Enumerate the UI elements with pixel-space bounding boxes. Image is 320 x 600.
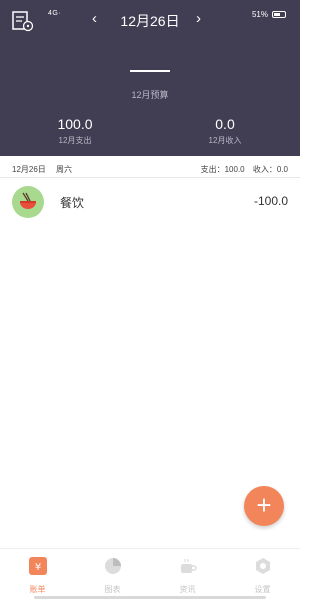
tab-bills[interactable]: ¥ 账单	[0, 557, 75, 595]
settings-icon	[255, 558, 270, 574]
bill-list-icon[interactable]	[12, 10, 34, 32]
day-weekday: 周六	[56, 165, 73, 174]
add-record-button[interactable]: +	[244, 486, 284, 526]
day-expense: 支出：100.0	[200, 165, 245, 174]
budget-value-placeholder	[130, 70, 170, 72]
svg-text:¥: ¥	[34, 562, 40, 573]
monthly-expense: 100.0 12月支出	[25, 116, 125, 146]
budget-label: 12月预算	[131, 90, 169, 100]
tab-bar: ¥ 账单 图表 资讯 设置	[0, 548, 300, 600]
day-summary: 12月26日 周六 支出：100.0 收入：0.0	[0, 158, 300, 178]
tab-label: 设置	[254, 585, 271, 594]
yen-icon: ¥	[28, 557, 47, 575]
monthly-income: 0.0 12月收入	[175, 116, 275, 146]
expense-label: 12月支出	[58, 136, 92, 145]
tab-news[interactable]: 资讯	[150, 557, 225, 595]
day-date: 12月26日	[12, 165, 46, 174]
category-name: 餐饮	[60, 196, 85, 210]
list-item[interactable]: 餐饮 -100.0	[0, 182, 300, 220]
income-label: 12月收入	[208, 136, 242, 145]
header: 4G· 51% ‹ 12月26日 › 12月预算 100.0 12月支出 0.0…	[0, 0, 300, 156]
record-amount: -100.0	[253, 194, 288, 208]
prev-day-button[interactable]: ‹	[92, 10, 97, 27]
tab-settings[interactable]: 设置	[225, 557, 300, 595]
expense-value: 100.0	[57, 116, 93, 132]
tab-label: 图表	[104, 585, 121, 594]
battery-icon	[272, 11, 286, 18]
bowl-icon	[12, 186, 44, 218]
pie-chart-icon	[104, 558, 121, 574]
tab-charts[interactable]: 图表	[75, 557, 150, 595]
current-date[interactable]: 12月26日	[110, 11, 190, 31]
status-right: 51%	[252, 10, 286, 19]
tab-label: 账单	[29, 585, 46, 594]
home-indicator	[34, 596, 266, 599]
signal-status: 4G·	[48, 10, 62, 17]
next-day-button[interactable]: ›	[196, 10, 201, 27]
battery-text: 51%	[251, 10, 268, 19]
tab-label: 资讯	[179, 585, 196, 594]
day-income: 收入：0.0	[252, 165, 288, 174]
coffee-icon	[180, 559, 197, 573]
income-value: 0.0	[215, 116, 235, 132]
